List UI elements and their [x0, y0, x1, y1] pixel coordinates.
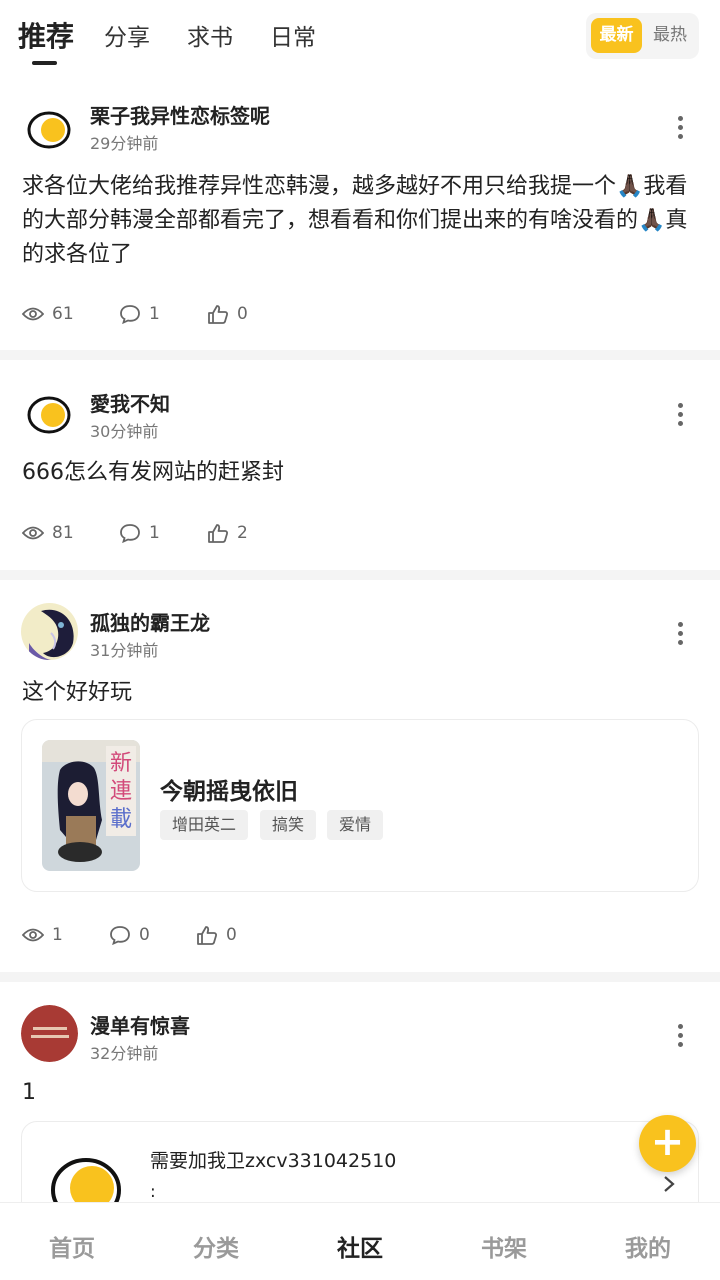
- book-cover[interactable]: 新 連 載: [42, 740, 140, 871]
- more-options-icon[interactable]: [670, 620, 690, 648]
- svg-text:連: 連: [110, 779, 132, 804]
- post-content[interactable]: 求各位大佬给我推荐异性恋韩漫，越多越好不用只给我提一个🙏🏿我看的大部分韩漫全部都…: [22, 170, 698, 272]
- divider: [0, 350, 720, 360]
- comment-icon: [120, 305, 140, 324]
- plus-icon: +: [650, 1119, 685, 1165]
- svg-text:新: 新: [110, 751, 132, 776]
- book-tag-genre[interactable]: 搞笑: [260, 810, 317, 840]
- eye-icon: [22, 307, 44, 321]
- book-tag-genre[interactable]: 爱情: [327, 810, 384, 840]
- comment-button[interactable]: 1: [119, 304, 160, 324]
- tab-daily[interactable]: 日常: [270, 18, 316, 52]
- active-tab-indicator: [32, 61, 57, 65]
- tab-request-book[interactable]: 求书: [187, 18, 233, 52]
- post-time: 32分钟前: [90, 1044, 159, 1063]
- post-author[interactable]: 愛我不知: [90, 388, 170, 417]
- view-count-value: 61: [52, 304, 74, 324]
- eye-icon: [22, 928, 44, 942]
- chevron-right-icon[interactable]: [662, 1174, 676, 1200]
- like-count-value: 2: [237, 523, 248, 543]
- view-count: 1: [22, 925, 63, 945]
- post-author[interactable]: 漫单有惊喜: [90, 1010, 190, 1039]
- comment-count-value: 1: [149, 523, 160, 543]
- link-subtitle: :: [150, 1182, 156, 1202]
- post-time: 29分钟前: [90, 134, 159, 153]
- sort-toggle: 最新 最热: [586, 13, 699, 59]
- post-content[interactable]: 1: [22, 1076, 698, 1110]
- top-tab-bar: 推荐 分享 求书 日常 最新 最热: [0, 0, 720, 82]
- more-options-icon[interactable]: [670, 114, 690, 142]
- create-post-button[interactable]: +: [639, 1115, 696, 1172]
- avatar[interactable]: [21, 1005, 78, 1062]
- bottom-navigation: 首页 分类 社区 书架 我的: [0, 1202, 720, 1280]
- avatar[interactable]: [21, 100, 78, 157]
- like-button[interactable]: 0: [207, 304, 248, 324]
- thumbs-up-icon: [208, 524, 229, 543]
- nav-category[interactable]: 分类: [166, 1229, 266, 1263]
- avatar[interactable]: [21, 603, 78, 660]
- book-tag-author[interactable]: 增田英二: [160, 810, 249, 840]
- nav-mine[interactable]: 我的: [598, 1229, 698, 1263]
- sort-newest-button[interactable]: 最新: [591, 18, 642, 53]
- post-author[interactable]: 孤独的霸王龙: [90, 607, 210, 636]
- nav-community[interactable]: 社区: [310, 1229, 410, 1263]
- like-count-value: 0: [226, 925, 237, 945]
- comment-icon: [120, 524, 140, 543]
- view-count-value: 81: [52, 523, 74, 543]
- post-time: 31分钟前: [90, 641, 159, 660]
- post-card[interactable]: 孤独的霸王龙 31分钟前 这个好好玩 新 連 載 今朝摇曳依旧 增田英二 搞笑 …: [0, 580, 720, 972]
- more-options-icon[interactable]: [670, 1022, 690, 1050]
- comment-button[interactable]: 0: [109, 925, 150, 945]
- more-options-icon[interactable]: [670, 401, 690, 429]
- comment-count-value: 0: [139, 925, 150, 945]
- comment-button[interactable]: 1: [119, 523, 160, 543]
- link-title[interactable]: 需要加我卫zxcv331042510: [150, 1146, 396, 1173]
- divider: [0, 972, 720, 982]
- post-card[interactable]: 愛我不知 30分钟前 666怎么有发网站的赶紧封 81 1 2: [0, 360, 720, 570]
- nav-home[interactable]: 首页: [22, 1229, 122, 1263]
- avatar[interactable]: [21, 385, 78, 442]
- view-count: 61: [22, 304, 74, 324]
- like-button[interactable]: 2: [207, 523, 248, 543]
- post-content[interactable]: 666怎么有发网站的赶紧封: [22, 456, 698, 490]
- tab-share[interactable]: 分享: [104, 18, 150, 52]
- nav-bookshelf[interactable]: 书架: [454, 1229, 554, 1263]
- like-count-value: 0: [237, 304, 248, 324]
- divider: [0, 570, 720, 580]
- svg-text:載: 載: [110, 807, 132, 832]
- post-author[interactable]: 栗子我异性恋标签呢: [90, 100, 270, 129]
- post-card[interactable]: 栗子我异性恋标签呢 29分钟前 求各位大佬给我推荐异性恋韩漫，越多越好不用只给我…: [0, 82, 720, 350]
- view-count-value: 1: [52, 925, 63, 945]
- eye-icon: [22, 526, 44, 540]
- thumbs-up-icon: [208, 305, 229, 324]
- tab-recommend[interactable]: 推荐: [18, 15, 74, 55]
- view-count: 81: [22, 523, 74, 543]
- sort-hottest-button[interactable]: 最热: [647, 18, 693, 53]
- post-content[interactable]: 这个好好玩: [22, 676, 698, 710]
- comment-icon: [110, 926, 130, 945]
- like-button[interactable]: 0: [196, 925, 237, 945]
- comment-count-value: 1: [149, 304, 160, 324]
- book-card[interactable]: 新 連 載 今朝摇曳依旧 增田英二 搞笑 爱情: [21, 719, 699, 892]
- post-time: 30分钟前: [90, 422, 159, 441]
- thumbs-up-icon: [197, 926, 218, 945]
- book-title[interactable]: 今朝摇曳依旧: [160, 772, 298, 806]
